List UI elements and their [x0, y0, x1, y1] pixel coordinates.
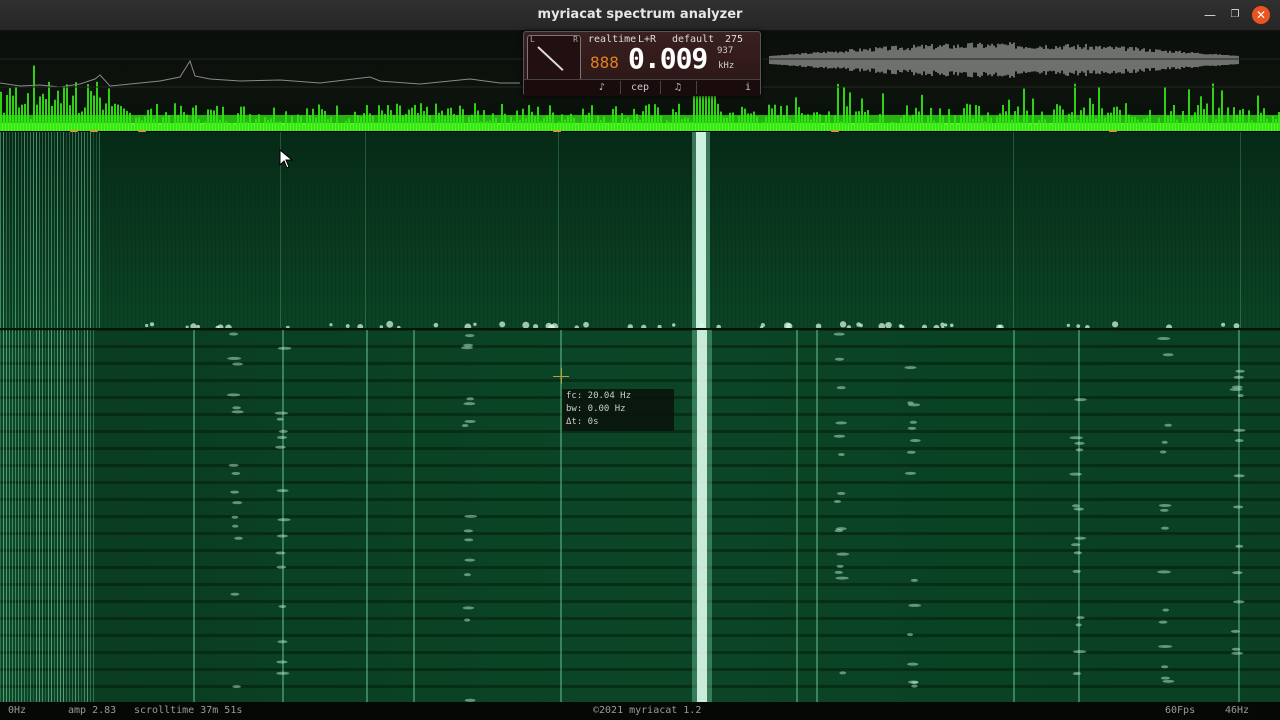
crosshair [561, 368, 562, 384]
fps-readout: 60Fps [1165, 705, 1196, 716]
level-dial[interactable]: L R [527, 35, 581, 85]
scrolltime-readout: scrolltime 37m 51s [134, 705, 243, 716]
maximize-button[interactable]: ❐ [1226, 6, 1244, 24]
copyright-text: ©2021 myriacat 1.2 [593, 705, 702, 716]
tooltip-fc: fc: 20.04 Hz [566, 391, 632, 401]
panel-button-bar: ♪ cep ♫ i [524, 79, 760, 96]
cep-button[interactable]: cep [620, 81, 661, 94]
note-button[interactable]: ♪ [584, 81, 621, 94]
mouse-cursor-icon [279, 149, 294, 169]
frequency-readout: 0.009 [628, 42, 708, 75]
window-title: myriacat spectrum analyzer [537, 7, 743, 22]
max-frequency: 46Hz [1225, 705, 1250, 716]
close-icon: ✕ [1255, 8, 1267, 22]
count-label: 275 [725, 34, 744, 45]
tooltip-bw: bw: 0.00 Hz [566, 404, 626, 414]
dial-needle [537, 46, 564, 71]
frequency-tooltip: fc: 20.04 Hz bw: 0.00 Hz Δt: 0s [562, 389, 674, 431]
min-frequency: 0Hz [8, 705, 27, 716]
minimize-button[interactable]: — [1201, 6, 1219, 24]
waterfall-upper-plot [0, 132, 1241, 328]
waterfall-upper[interactable] [0, 132, 1280, 328]
octave-digits: 888 [590, 53, 619, 72]
sub-value: 937 [717, 46, 734, 56]
status-bar: 0Hz amp 2.83 scrolltime 37m 51s ©2021 my… [0, 702, 1280, 720]
dial-right-label: R [573, 35, 578, 44]
close-button[interactable]: ✕ [1252, 6, 1270, 24]
waterfall-lower-plot [0, 330, 1246, 702]
info-button[interactable]: i [738, 81, 758, 94]
amplitude-readout: amp 2.83 [68, 705, 117, 716]
waterfall-lower[interactable] [0, 330, 1280, 702]
dial-left-label: L [530, 35, 535, 44]
unit-label: kHz [718, 61, 735, 71]
tooltip-dt: Δt: 0s [566, 417, 599, 427]
title-bar: myriacat spectrum analyzer — ❐ ✕ [0, 0, 1280, 31]
music-button[interactable]: ♫ [660, 81, 697, 94]
control-panel[interactable]: L R realtime L+R default 275 888 0.009 9… [523, 31, 761, 96]
